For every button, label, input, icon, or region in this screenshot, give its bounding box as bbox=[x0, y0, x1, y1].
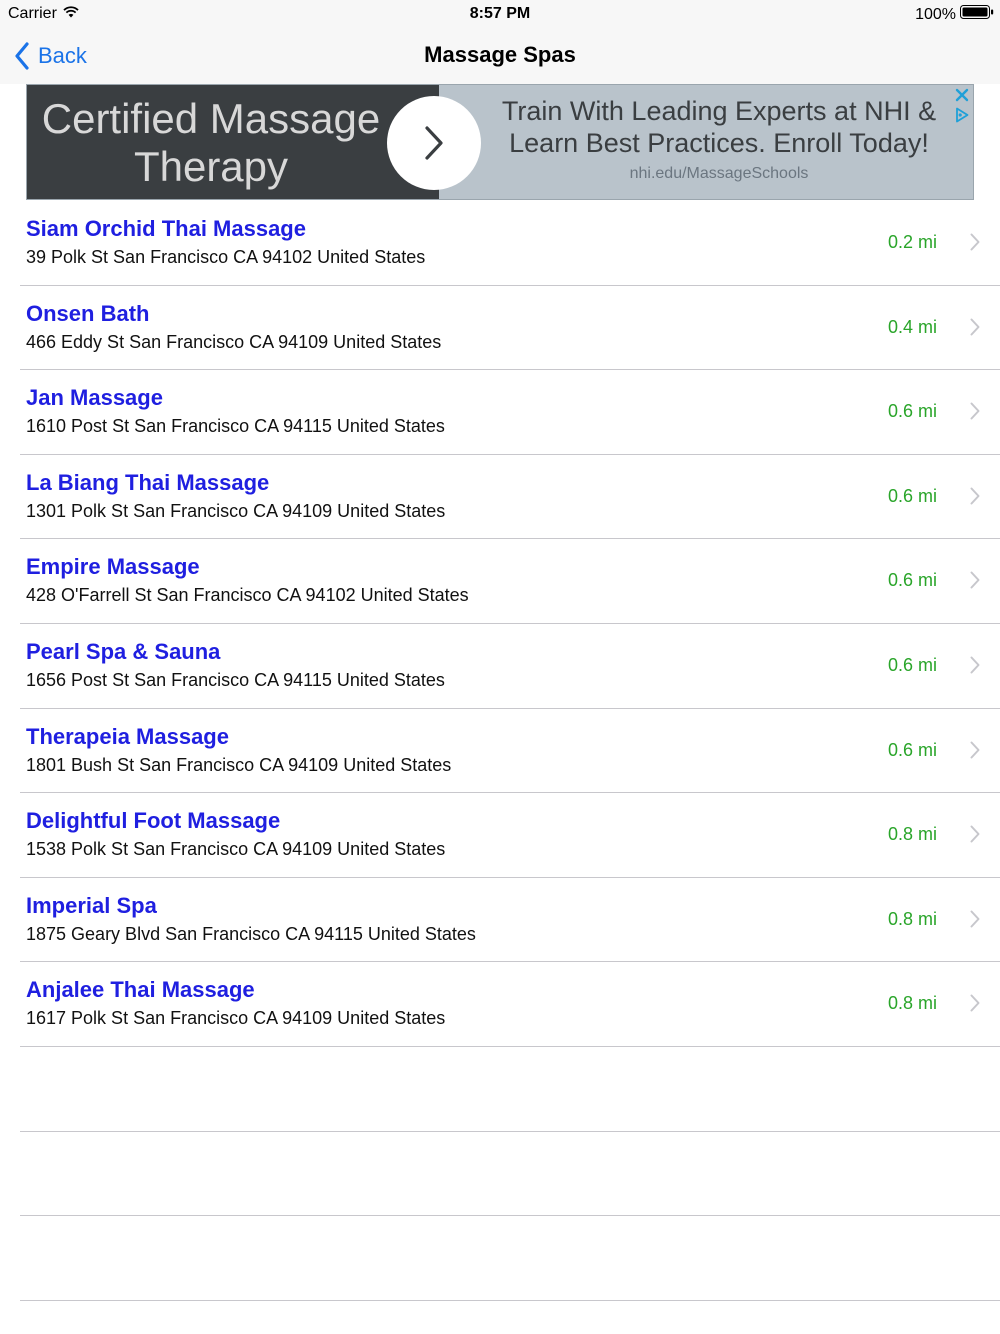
ad-body-panel: Train With Leading Experts at NHI & Lear… bbox=[439, 85, 973, 199]
spa-name: Delightful Foot Massage bbox=[26, 808, 281, 834]
ad-headline-panel: Certified Massage Therapy bbox=[27, 85, 439, 199]
chevron-right-icon bbox=[970, 571, 980, 589]
empty-row bbox=[0, 1216, 1000, 1301]
list-item[interactable]: La Biang Thai Massage 1301 Polk St San F… bbox=[0, 455, 1000, 540]
battery-icon bbox=[960, 5, 994, 24]
spa-address: 1656 Post St San Francisco CA 94115 Unit… bbox=[26, 669, 445, 690]
ad-url: nhi.edu/MassageSchools bbox=[629, 165, 809, 182]
spa-distance: 0.8 mi bbox=[887, 908, 937, 929]
spa-distance: 0.6 mi bbox=[887, 570, 937, 591]
spa-distance: 0.6 mi bbox=[887, 485, 937, 506]
list-item[interactable]: Onsen Bath 466 Eddy St San Francisco CA … bbox=[0, 286, 1000, 371]
chevron-right-icon bbox=[970, 402, 980, 420]
spa-address: 1301 Polk St San Francisco CA 94109 Unit… bbox=[26, 500, 446, 521]
spa-distance: 0.2 mi bbox=[887, 232, 937, 252]
spa-distance: 0.6 mi bbox=[887, 401, 937, 422]
ad-choices-icon[interactable] bbox=[953, 106, 971, 124]
spa-address: 1801 Bush St San Francisco CA 94109 Unit… bbox=[26, 754, 452, 775]
list-item[interactable]: Anjalee Thai Massage 1617 Polk St San Fr… bbox=[0, 962, 1000, 1047]
list-item[interactable]: Delightful Foot Massage 1538 Polk St San… bbox=[0, 793, 1000, 878]
list-item[interactable]: Therapeia Massage 1801 Bush St San Franc… bbox=[0, 709, 1000, 794]
list-item[interactable]: Jan Massage 1610 Post St San Francisco C… bbox=[0, 370, 1000, 455]
spa-distance: 0.6 mi bbox=[887, 739, 937, 760]
spa-name: Imperial Spa bbox=[26, 892, 157, 918]
spa-distance: 0.6 mi bbox=[887, 654, 937, 675]
chevron-right-icon bbox=[425, 126, 443, 160]
ad-body-text: Train With Leading Experts at NHI & Lear… bbox=[501, 96, 937, 158]
spa-name: Therapeia Massage bbox=[26, 723, 229, 749]
spa-address: 428 O'Farrell St San Francisco CA 94102 … bbox=[26, 585, 469, 606]
spa-name: Jan Massage bbox=[26, 385, 163, 411]
spa-name: Anjalee Thai Massage bbox=[26, 977, 255, 1003]
list-item[interactable]: Empire Massage 428 O'Farrell St San Fran… bbox=[0, 539, 1000, 624]
spa-list: Siam Orchid Thai Massage 39 Polk St San … bbox=[0, 201, 1000, 1301]
chevron-right-icon bbox=[970, 487, 980, 505]
battery-group: 100% bbox=[915, 5, 994, 24]
spa-address: 1538 Polk St San Francisco CA 94109 Unit… bbox=[26, 839, 446, 860]
spa-distance: 0.8 mi bbox=[887, 993, 937, 1014]
chevron-right-icon bbox=[970, 741, 980, 759]
chevron-right-icon bbox=[970, 994, 980, 1012]
spa-distance: 0.8 mi bbox=[887, 824, 937, 845]
spa-name: La Biang Thai Massage bbox=[26, 469, 270, 495]
spa-distance: 0.4 mi bbox=[887, 316, 937, 337]
spa-address: 1617 Polk St San Francisco CA 94109 Unit… bbox=[26, 1008, 446, 1029]
spa-address: 1610 Post St San Francisco CA 94115 Unit… bbox=[26, 416, 445, 437]
list-item[interactable]: Imperial Spa 1875 Geary Blvd San Francis… bbox=[0, 878, 1000, 963]
spa-address: 1875 Geary Blvd San Francisco CA 94115 U… bbox=[26, 923, 476, 944]
ad-headline: Certified Massage Therapy bbox=[41, 95, 381, 190]
ad-open-button[interactable] bbox=[387, 96, 481, 190]
chevron-right-icon bbox=[970, 910, 980, 928]
spa-name: Empire Massage bbox=[26, 554, 200, 580]
navigation-bar: Back Massage Spas bbox=[0, 28, 1000, 84]
spa-name: Siam Orchid Thai Massage bbox=[26, 216, 306, 241]
list-item[interactable]: Siam Orchid Thai Massage 39 Polk St San … bbox=[0, 201, 1000, 286]
page-title: Massage Spas bbox=[424, 42, 576, 67]
spa-name: Pearl Spa & Sauna bbox=[26, 638, 221, 664]
chevron-right-icon bbox=[970, 825, 980, 843]
ad-banner[interactable]: Certified Massage Therapy Train With Lea… bbox=[26, 84, 974, 200]
ad-close-icon[interactable] bbox=[953, 86, 971, 104]
chevron-right-icon bbox=[970, 233, 980, 251]
list-item[interactable]: Pearl Spa & Sauna 1656 Post St San Franc… bbox=[0, 624, 1000, 709]
battery-percent: 100% bbox=[915, 5, 956, 23]
spa-address: 466 Eddy St San Francisco CA 94109 Unite… bbox=[26, 331, 442, 352]
status-bar: Carrier 8:57 PM 100% bbox=[0, 0, 1000, 28]
empty-row bbox=[0, 1047, 1000, 1132]
empty-row bbox=[0, 1132, 1000, 1217]
spa-address: 39 Polk St San Francisco CA 94102 United… bbox=[26, 247, 426, 267]
chevron-right-icon bbox=[970, 318, 980, 336]
chevron-right-icon bbox=[970, 656, 980, 674]
spa-name: Onsen Bath bbox=[26, 300, 150, 326]
status-time: 8:57 PM bbox=[469, 5, 531, 22]
